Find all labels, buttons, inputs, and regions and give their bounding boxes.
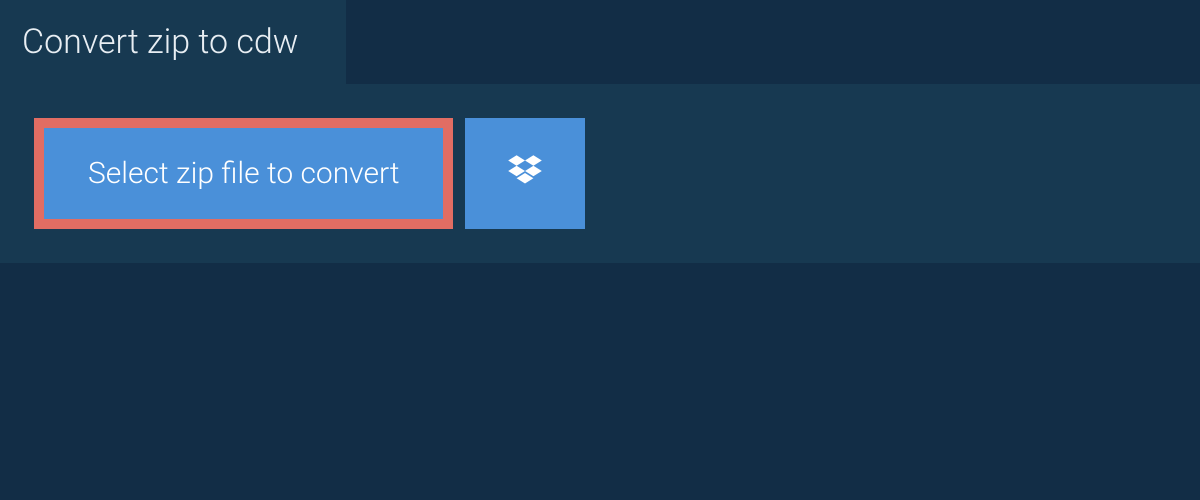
action-panel: Select zip file to convert [0,84,1200,263]
dropbox-button[interactable] [465,118,585,229]
select-file-button[interactable]: Select zip file to convert [34,118,453,229]
select-file-label: Select zip file to convert [88,156,399,191]
page-title: Convert zip to cdw [0,0,346,84]
dropbox-icon [504,151,546,197]
page-title-text: Convert zip to cdw [22,22,298,62]
